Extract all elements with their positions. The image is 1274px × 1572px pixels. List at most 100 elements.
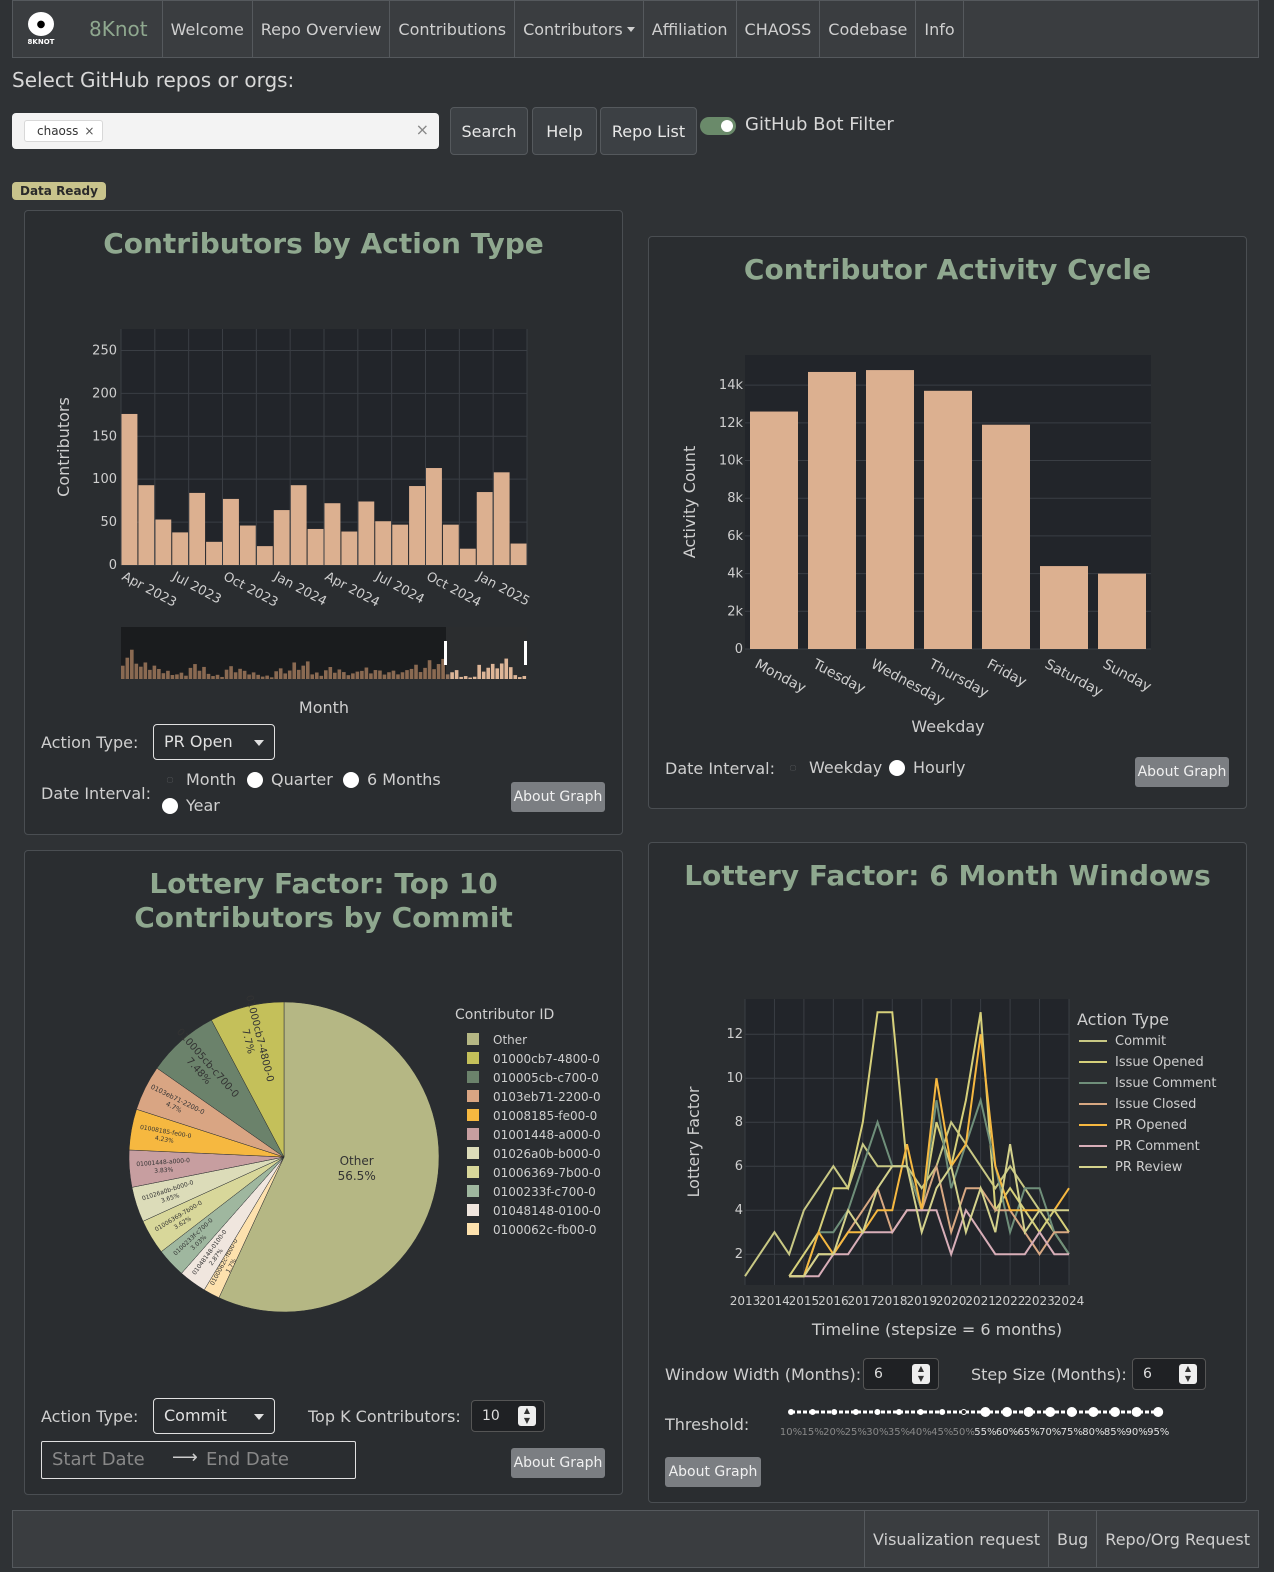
legend-label: Other <box>493 1033 527 1047</box>
about-graph-button[interactable]: About Graph <box>665 1457 761 1487</box>
legend-label: PR Opened <box>1115 1118 1187 1133</box>
legend-label: Issue Comment <box>1115 1076 1216 1091</box>
bar <box>189 492 206 565</box>
range-bar <box>148 669 152 679</box>
bar <box>138 485 155 565</box>
step-size-input[interactable]: 6 ▲ ▼ <box>1132 1358 1206 1390</box>
arrow-right-icon: ⟶ <box>172 1447 198 1468</box>
radio-label: 6 Months <box>367 770 441 789</box>
brand-link[interactable]: 8Knot <box>89 17 148 41</box>
nav-welcome[interactable]: Welcome <box>161 1 252 57</box>
legend-label: 0100233f-c700-0 <box>493 1185 596 1199</box>
help-button[interactable]: Help <box>532 107 597 155</box>
range-bar <box>125 657 130 679</box>
top-k-input[interactable]: 10 ▲ ▼ <box>471 1400 545 1432</box>
range-bar <box>229 666 233 679</box>
slice-value: 56.5% <box>338 1169 376 1183</box>
nav-contributors-dropdown[interactable]: Contributors <box>514 1 643 57</box>
range-bar <box>319 675 324 679</box>
about-graph-button[interactable]: About Graph <box>1135 757 1229 787</box>
range-bar <box>427 660 432 679</box>
stepper-icon[interactable]: ▲ ▼ <box>1179 1364 1197 1384</box>
remove-chip-icon[interactable]: × <box>84 124 94 138</box>
radio-label: Month <box>186 770 237 789</box>
threshold-slider[interactable]: 10% 15% 20% 25% 30% 35% 40% 45% 50% 55% 60% 65% 70% 7… <box>779 1401 1199 1441</box>
radio-hourly[interactable]: Hourly <box>889 758 965 777</box>
visualization-request-link[interactable]: Visualization request <box>864 1511 1048 1567</box>
slider-mark <box>1066 1407 1077 1417</box>
activity-bar-chart[interactable]: 02k4k6k8k10k12k14kMonday Tuesday Wednesday… <box>649 327 1248 747</box>
input-value: 6 <box>1143 1366 1152 1382</box>
lottery-line-chart[interactable]: 2 4 6 8 10 12 20132014201520162017201820192020… <box>649 933 1248 1353</box>
date-range-picker[interactable]: Start Date ⟶ End Date <box>41 1441 356 1479</box>
slider-mark-label: 75% <box>1061 1427 1083 1438</box>
radio-button <box>889 759 905 776</box>
radio-year[interactable]: Year <box>162 796 220 815</box>
action-type-label: Action Type: <box>41 733 139 752</box>
nav-contributions[interactable]: Contributions <box>389 1 514 57</box>
logo-icon: ● <box>28 12 54 36</box>
repo-org-request-link[interactable]: Repo/Org Request <box>1096 1511 1258 1567</box>
contributor-pie-chart[interactable]: Other56.5%0100062c-fb00-01.7%01048148-01… <box>25 981 624 1401</box>
legend-label: Issue Opened <box>1115 1055 1204 1070</box>
slider-mark-label: 40% <box>909 1427 931 1438</box>
date-interval-label: Date Interval: <box>41 784 151 803</box>
bar <box>307 528 324 565</box>
repo-list-button[interactable]: Repo List <box>600 107 697 155</box>
clear-icon[interactable]: × <box>416 120 429 139</box>
action-type-dropdown[interactable]: PR Open <box>153 724 275 760</box>
slider-mark <box>1110 1407 1120 1417</box>
range-bar <box>269 677 274 679</box>
slider-handle <box>960 1409 967 1415</box>
y-axis-label: Activity Count <box>680 446 699 558</box>
radio-quarter[interactable]: Quarter <box>247 770 333 789</box>
slider-mark <box>809 1409 816 1415</box>
nav-chaoss[interactable]: CHAOSS <box>735 1 820 57</box>
y-tick-label: 2 <box>735 1247 743 1262</box>
about-graph-button[interactable]: About Graph <box>511 1448 605 1478</box>
about-graph-button[interactable]: About Graph <box>511 782 605 812</box>
radio-month[interactable]: Month <box>162 770 236 789</box>
action-type-dropdown[interactable]: Commit <box>153 1398 275 1434</box>
lottery-factor-pie-card: Lottery Factor: Top 10 Contributors by C… <box>24 850 623 1495</box>
nav-info[interactable]: Info <box>915 1 964 57</box>
range-bar <box>414 664 418 679</box>
nav-codebase[interactable]: Codebase <box>819 1 915 57</box>
nav-repo-overview[interactable]: Repo Overview <box>251 1 390 57</box>
bar <box>155 519 172 565</box>
stepper-icon[interactable]: ▲ ▼ <box>912 1364 930 1384</box>
bot-filter-toggle[interactable] <box>700 117 736 135</box>
slider-mark-label: 95% <box>1147 1427 1169 1438</box>
activity-cycle-card: Contributor Activity Cycle 0 2k 4k 6k 8k 10k 1… <box>648 236 1247 809</box>
start-date-input[interactable]: Start Date <box>52 1449 145 1470</box>
x-tick-label: 2014 <box>759 1294 790 1308</box>
range-bar <box>152 665 157 679</box>
range-bar <box>143 662 148 679</box>
end-date-input[interactable]: End Date <box>206 1449 289 1470</box>
range-bar <box>242 670 247 679</box>
stepper-icon[interactable]: ▲ ▼ <box>518 1406 536 1426</box>
range-handle-right <box>524 641 527 665</box>
bar <box>358 501 375 565</box>
legend-swatch <box>467 1109 479 1121</box>
bar <box>290 485 307 565</box>
window-width-input[interactable]: 6 ▲ ▼ <box>863 1358 939 1390</box>
range-bar <box>382 674 387 679</box>
radio-weekday[interactable]: Weekday <box>785 758 882 777</box>
card-title: Contributor Activity Cycle <box>743 253 1152 286</box>
repo-search-input[interactable]: chaoss × × <box>12 113 439 149</box>
y-tick-label: 200 <box>92 386 117 401</box>
x-tick-label: 2018 <box>877 1294 908 1308</box>
range-bar <box>170 674 175 679</box>
x-tick-label: 2023 <box>1024 1294 1055 1308</box>
nav-affiliation[interactable]: Affiliation <box>642 1 736 57</box>
x-tick-label: 2022 <box>995 1294 1026 1308</box>
range-bar <box>193 664 197 679</box>
y-axis-label: Lottery Factor <box>684 1086 703 1197</box>
x-tick-label: 2015 <box>789 1294 820 1308</box>
legend-label: 01026a0b-b000-0 <box>493 1147 601 1161</box>
radio-6-months[interactable]: 6 Months <box>343 770 441 789</box>
bug-link[interactable]: Bug <box>1048 1511 1096 1567</box>
app-logo[interactable]: ● 8KNOT <box>13 1 69 57</box>
search-button[interactable]: Search <box>450 107 528 155</box>
